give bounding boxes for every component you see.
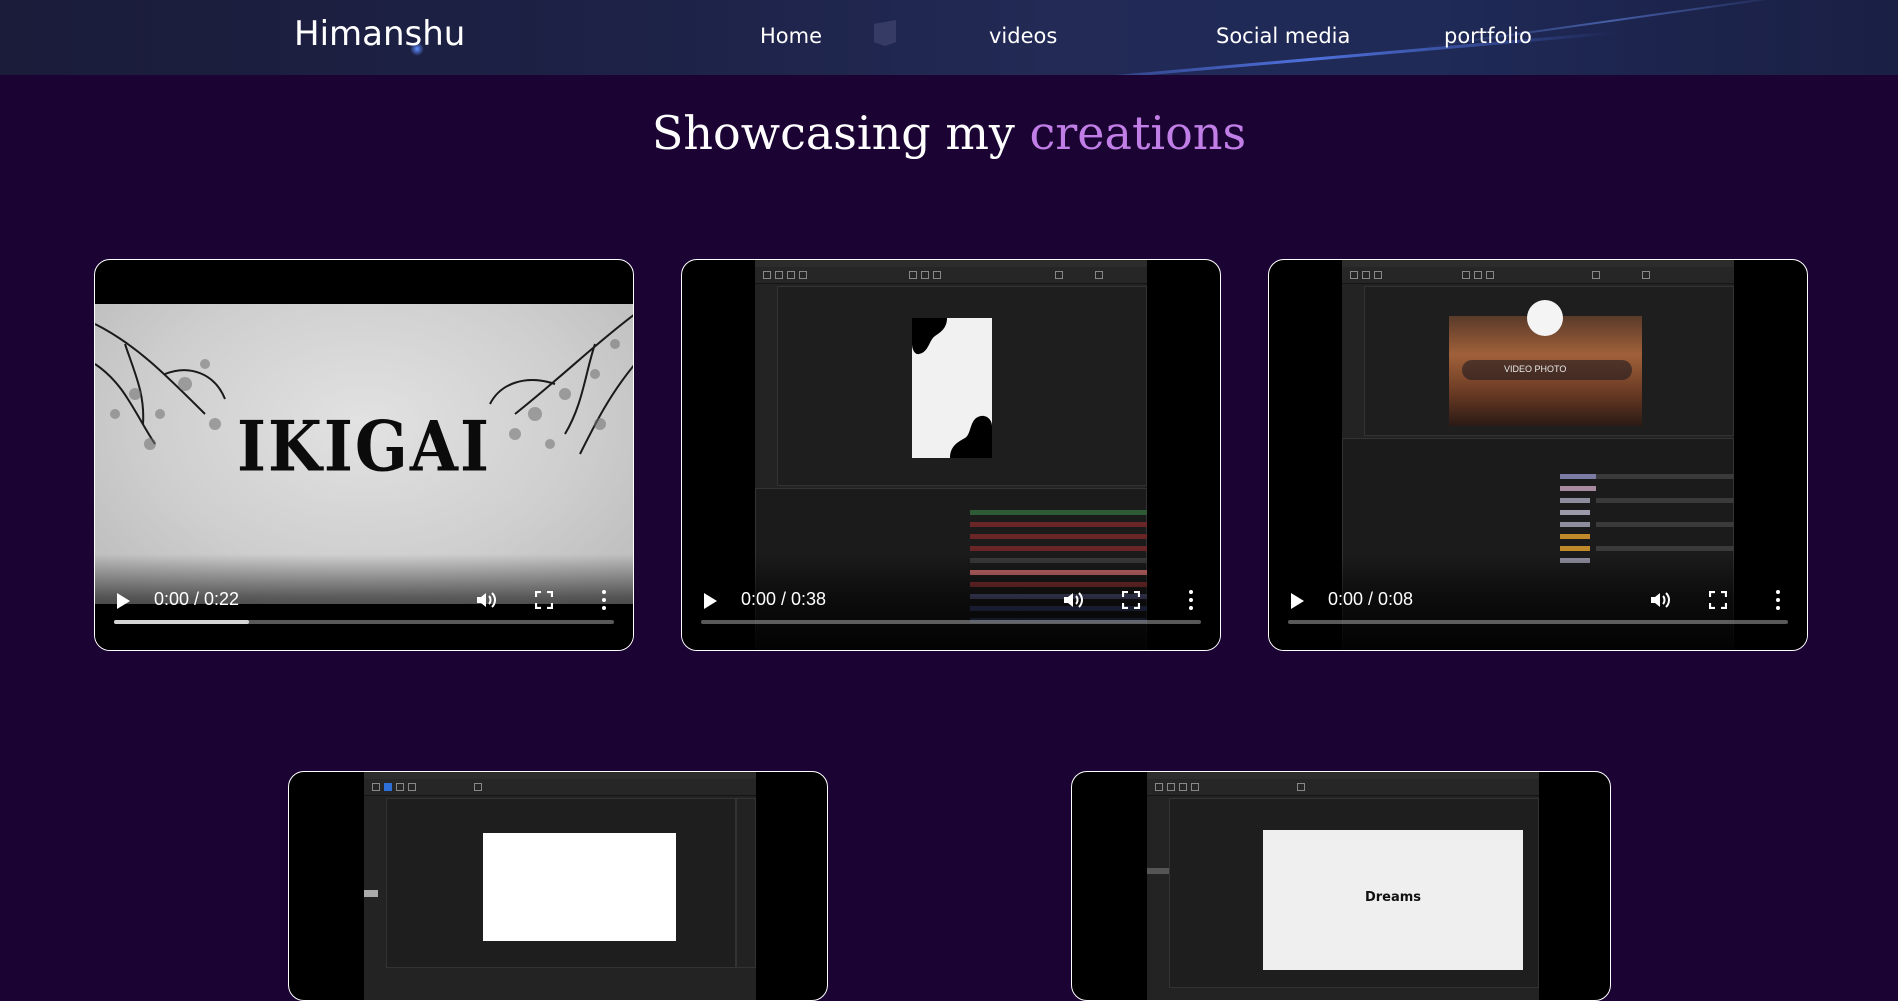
page-title: Showcasing my creations bbox=[0, 106, 1898, 160]
video-thumbnail bbox=[289, 772, 827, 1000]
page-title-accent: creations bbox=[1029, 106, 1247, 160]
volume-icon[interactable] bbox=[1062, 590, 1084, 610]
thumbnail-blob-shapes bbox=[912, 318, 992, 458]
video-buffered-bar bbox=[114, 620, 249, 624]
more-vertical-icon[interactable] bbox=[601, 590, 607, 610]
nav-link-portfolio[interactable]: portfolio bbox=[1444, 24, 1532, 48]
play-icon[interactable] bbox=[117, 593, 130, 609]
video-time: 0:00 / 0:38 bbox=[741, 589, 827, 609]
white-circle-shape bbox=[1527, 300, 1563, 336]
fullscreen-icon[interactable] bbox=[1709, 591, 1727, 609]
navbar: Himanshu Home videos Social media portfo… bbox=[0, 0, 1898, 75]
nav-link-social-media[interactable]: Social media bbox=[1216, 24, 1350, 48]
video-controls: 0:00 / 0:22 bbox=[95, 554, 633, 650]
video-time: 0:00 / 0:22 bbox=[154, 589, 240, 609]
video-card-1[interactable]: IKIGAI 0:00 / 0:22 bbox=[94, 259, 634, 651]
nav-background-shield-shape bbox=[874, 20, 896, 46]
more-vertical-icon[interactable] bbox=[1775, 590, 1781, 610]
video-controls: 0:00 / 0:08 bbox=[1269, 554, 1807, 650]
video-card-2[interactable]: 0:00 / 0:38 bbox=[681, 259, 1221, 651]
brand-logo[interactable]: Himanshu bbox=[294, 14, 465, 54]
nav-link-videos[interactable]: videos bbox=[989, 24, 1057, 48]
volume-icon[interactable] bbox=[475, 590, 497, 610]
video-progress-track[interactable] bbox=[701, 620, 1201, 624]
page-title-prefix: Showcasing my bbox=[651, 106, 1030, 160]
play-icon[interactable] bbox=[1291, 593, 1304, 609]
video-controls: 0:00 / 0:38 bbox=[682, 554, 1220, 650]
dreams-text: Dreams bbox=[1364, 890, 1422, 905]
fullscreen-icon[interactable] bbox=[1122, 591, 1140, 609]
volume-icon[interactable] bbox=[1649, 590, 1671, 610]
video-card-3[interactable]: VIDEO PHOTO 0:00 / 0:08 bbox=[1268, 259, 1808, 651]
nav-link-home[interactable]: Home bbox=[760, 24, 822, 48]
blank-white-comp bbox=[483, 833, 676, 941]
video-time: 0:00 / 0:08 bbox=[1328, 589, 1414, 609]
after-effects-screenshot bbox=[364, 772, 756, 1000]
video-thumbnail: Dreams bbox=[1072, 772, 1610, 1000]
video-progress-track[interactable] bbox=[114, 620, 614, 624]
play-icon[interactable] bbox=[704, 593, 717, 609]
fullscreen-icon[interactable] bbox=[535, 591, 553, 609]
more-vertical-icon[interactable] bbox=[1188, 590, 1194, 610]
glass-pill-label: VIDEO PHOTO bbox=[1504, 364, 1567, 374]
after-effects-screenshot: Dreams bbox=[1147, 772, 1539, 1000]
ikigai-title-text: IKIGAI bbox=[237, 405, 491, 488]
video-progress-track[interactable] bbox=[1288, 620, 1788, 624]
